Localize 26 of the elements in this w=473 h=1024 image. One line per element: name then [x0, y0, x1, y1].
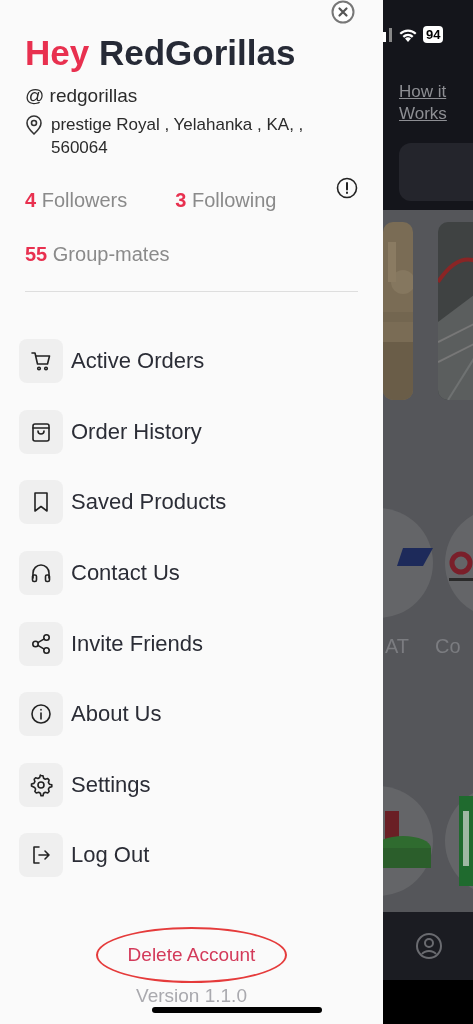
info-icon [29, 702, 53, 727]
menu-item[interactable]: Saved Products [19, 467, 358, 538]
groupmates-count[interactable]: 55 Group-mates [25, 242, 170, 266]
menu-item[interactable]: Order History [19, 396, 358, 468]
location-pin-icon [25, 115, 43, 135]
follow-count[interactable]: 4 Followers [25, 188, 128, 212]
username: @ redgorillas [25, 85, 139, 107]
profile-icon[interactable] [415, 932, 443, 960]
alert-icon[interactable] [336, 177, 358, 199]
menu-item[interactable]: Settings [19, 749, 358, 821]
menu-item[interactable]: Log Out [19, 820, 358, 891]
address: prestige Royal , Yelahanka , KA, , 560064 [51, 114, 305, 159]
greeting-heading: Hey RedGorillas [25, 33, 297, 73]
menu-item[interactable]: Active Orders [19, 326, 358, 397]
version-text: Version 1.1.0 [136, 984, 247, 1007]
settings-icon [29, 772, 53, 797]
delete-account-button[interactable]: Delete Account [95, 926, 288, 983]
wifi-icon [398, 27, 418, 42]
close-icon[interactable] [331, 0, 355, 24]
menu-item[interactable]: Invite Friends [19, 608, 358, 679]
share-icon [29, 631, 53, 656]
menu-item[interactable]: About Us [19, 678, 358, 750]
menu-item[interactable]: Contact Us [19, 537, 358, 609]
follow-count[interactable]: 3 Following [175, 188, 277, 212]
battery-level: 94 [423, 26, 444, 43]
how-it-works-link[interactable]: How it Works [399, 81, 473, 125]
